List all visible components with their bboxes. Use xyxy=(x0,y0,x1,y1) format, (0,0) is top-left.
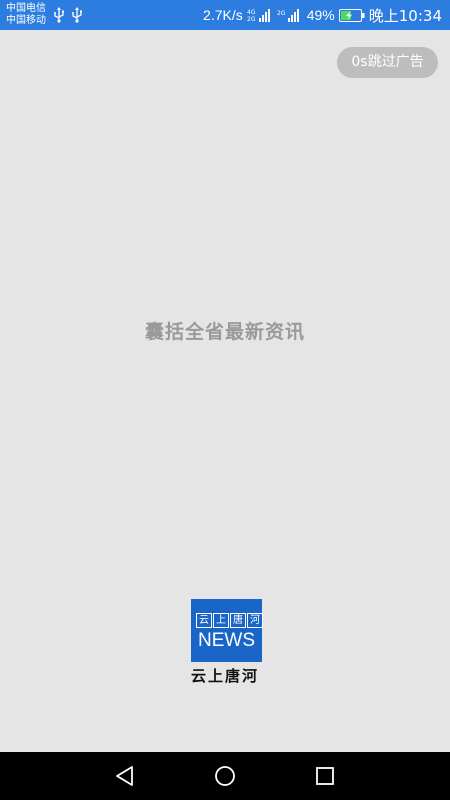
slogan: 囊括全省最新资讯 xyxy=(144,321,305,343)
logo-char: 河 xyxy=(247,613,263,628)
logo-char: 云 xyxy=(196,613,212,628)
logo-caption: 云上唐河 xyxy=(190,667,259,685)
network-speed: 2.7K/s xyxy=(203,7,243,23)
battery-charging-icon xyxy=(338,8,365,22)
carrier-2: 中国移动 xyxy=(6,15,46,26)
clock: 晚上10:34 xyxy=(368,6,442,25)
signal-1-label-bottom: 2G xyxy=(247,16,256,22)
carrier-labels: 中国电信 中国移动 xyxy=(6,3,46,27)
logo-char: 上 xyxy=(213,613,229,628)
home-icon[interactable] xyxy=(213,764,237,788)
app-logo: 云 上 唐 河 NEWS xyxy=(191,599,263,662)
signal-2-label: 2G xyxy=(277,10,286,17)
recent-apps-icon[interactable] xyxy=(313,764,337,788)
usb-icon xyxy=(54,7,64,23)
carrier-1: 中国电信 xyxy=(6,3,46,14)
navigation-bar xyxy=(0,752,450,800)
logo-news: NEWS xyxy=(198,630,255,651)
battery-percent: 49% xyxy=(306,7,335,23)
usb-icon xyxy=(72,7,82,23)
signal-1-label-top: 4G xyxy=(247,9,256,16)
status-indicators: 2.7K/s 4G 2G 2G 49% 晚上10:34 xyxy=(203,0,442,30)
logo-char: 唐 xyxy=(230,613,246,628)
back-icon[interactable] xyxy=(113,764,137,788)
status-bar: 中国电信 中国移动 2.7K/s 4G 2G 2G 49% 晚上10:34 xyxy=(0,0,450,30)
skip-ad-button[interactable]: 0s跳过广告 xyxy=(337,47,438,78)
signal-icon: 2G xyxy=(277,9,299,22)
logo-char-row: 云 上 唐 河 xyxy=(196,613,263,628)
signal-icon: 4G 2G xyxy=(247,9,270,22)
